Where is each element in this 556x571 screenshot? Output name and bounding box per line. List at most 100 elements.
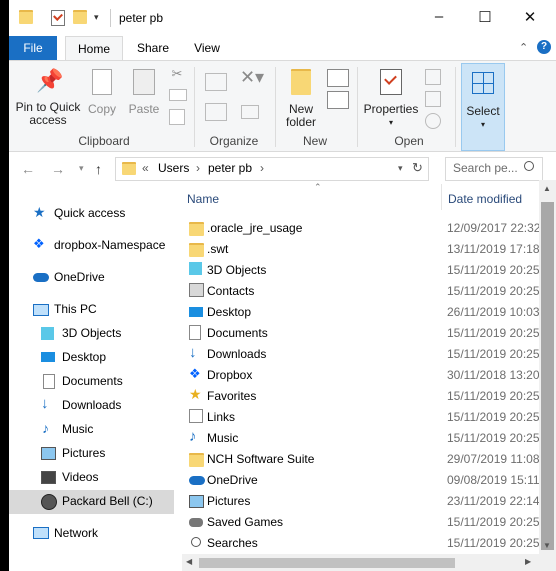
group-open-label: Open [394, 134, 424, 148]
back-icon[interactable]: ← [21, 161, 35, 177]
new-item-icon[interactable] [327, 69, 349, 87]
nav-drive-c[interactable]: Packard Bell (C:) [9, 490, 174, 514]
breadcrumb-chevron-icon[interactable]: › [196, 161, 200, 175]
breadcrumb-peter-pb[interactable]: peter pb [208, 161, 252, 175]
tab-view[interactable]: View [187, 36, 227, 60]
tab-share[interactable]: Share [131, 36, 175, 60]
copy-path-icon[interactable] [169, 89, 187, 101]
file-row[interactable]: ★ Favorites 15/11/2019 20:25 [182, 386, 540, 407]
column-header-date[interactable]: Date modified [448, 192, 522, 206]
file-name: Contacts [207, 284, 255, 298]
vertical-scroll-thumb[interactable] [541, 202, 554, 550]
dropdown-arrow-icon[interactable]: ▾ [94, 12, 99, 23]
select-button[interactable]: Select ▾ [461, 63, 505, 151]
pin-to-quick-access-button[interactable]: 📌 Pin to Quick access [13, 69, 83, 127]
file-row[interactable]: Pictures 23/11/2019 22:14 [182, 491, 540, 512]
breadcrumb-overflow[interactable]: « [142, 161, 149, 175]
rename-icon[interactable] [241, 105, 259, 119]
open-icon[interactable] [425, 69, 441, 85]
properties-button[interactable]: Properties ▾ [363, 69, 419, 129]
recent-dropdown-icon[interactable]: ▾ [79, 163, 84, 174]
column-divider[interactable] [441, 184, 442, 210]
nav-3d-objects[interactable]: 3D Objects [9, 322, 174, 346]
file-row[interactable]: Desktop 26/11/2019 10:03 [182, 302, 540, 323]
file-row[interactable]: ♪ Music 15/11/2019 20:25 [182, 428, 540, 449]
file-row[interactable]: .oracle_jre_usage 12/09/2017 22:32 [182, 218, 540, 239]
new-folder-icon[interactable] [73, 10, 87, 24]
scroll-up-icon[interactable]: ▲ [543, 184, 551, 193]
nav-documents[interactable]: Documents [9, 370, 174, 394]
title-bar: ▾ peter pb – ☐ ✕ [9, 0, 556, 36]
cut-icon[interactable]: ✂ [169, 67, 185, 80]
forward-icon[interactable]: → [51, 161, 65, 177]
file-date-modified: 15/11/2019 20:25 [447, 431, 540, 445]
file-explorer-window: ▾ peter pb – ☐ ✕ File Home Share View ⌃ … [9, 0, 556, 571]
paste-shortcut-icon[interactable] [169, 109, 185, 125]
nav-videos[interactable]: Videos [9, 466, 174, 490]
nav-music[interactable]: ♪ Music [9, 418, 174, 442]
scroll-left-icon[interactable]: ◀ [186, 557, 192, 566]
search-input[interactable]: Search pe... [445, 157, 543, 181]
nav-label: Packard Bell (C:) [62, 494, 153, 508]
file-name: NCH Software Suite [207, 452, 315, 466]
nav-network[interactable]: Network [9, 522, 174, 546]
file-row[interactable]: Searches 15/11/2019 20:25 [182, 533, 540, 554]
file-row[interactable]: Contacts 15/11/2019 20:25 [182, 281, 540, 302]
file-row[interactable]: ↓ Downloads 15/11/2019 20:25 [182, 344, 540, 365]
file-date-modified: 12/09/2017 22:32 [447, 221, 541, 235]
close-button[interactable]: ✕ [518, 8, 542, 28]
file-name: Music [207, 431, 239, 445]
minimize-button[interactable]: – [427, 8, 451, 28]
nav-downloads[interactable]: ↓ Downloads [9, 394, 174, 418]
search-placeholder: Search pe... [453, 161, 518, 175]
pin-label-line2: access [29, 113, 67, 127]
file-row[interactable]: Links 15/11/2019 20:25 [182, 407, 540, 428]
easy-access-icon[interactable] [327, 91, 349, 109]
scroll-right-icon[interactable]: ▶ [525, 557, 531, 566]
help-icon[interactable]: ? [537, 40, 551, 54]
nav-dropbox[interactable]: ❖ dropbox-Namespace [9, 234, 174, 258]
nav-pictures[interactable]: Pictures [9, 442, 174, 466]
maximize-button[interactable]: ☐ [473, 8, 497, 28]
file-row[interactable]: .swt 13/11/2019 17:18 [182, 239, 540, 260]
nav-quick-access[interactable]: ★ Quick access [9, 202, 174, 226]
nav-label: Videos [62, 470, 99, 484]
file-row[interactable]: OneDrive 09/08/2019 15:11 [182, 470, 540, 491]
file-row[interactable]: 3D Objects 15/11/2019 20:25 [182, 260, 540, 281]
edit-icon[interactable] [425, 91, 441, 107]
address-bar[interactable]: « Users › peter pb › ▾ ↻ [115, 157, 429, 181]
file-date-modified: 26/11/2019 10:03 [447, 305, 540, 319]
copy-to-icon[interactable] [205, 103, 227, 121]
cloud-icon [189, 476, 205, 485]
scroll-down-icon[interactable]: ▼ [543, 541, 551, 550]
copy-button[interactable]: Copy [85, 69, 119, 116]
file-row[interactable]: ❖ Dropbox 30/11/2018 13:20 [182, 365, 540, 386]
up-icon[interactable]: ↑ [95, 161, 102, 177]
tab-home[interactable]: Home [65, 36, 123, 61]
column-header-name[interactable]: Name [187, 192, 219, 206]
tab-file[interactable]: File [9, 36, 57, 60]
properties-check-icon[interactable] [51, 10, 65, 26]
properties-dropdown-icon: ▾ [388, 118, 393, 127]
ribbon-tabs: File Home Share View ⌃ ? [9, 36, 556, 61]
breadcrumb-users[interactable]: Users [158, 161, 189, 175]
breadcrumb-chevron-icon[interactable]: › [260, 161, 264, 175]
nav-this-pc[interactable]: This PC [9, 298, 174, 322]
nav-desktop[interactable]: Desktop [9, 346, 174, 370]
file-row[interactable]: Documents 15/11/2019 20:25 [182, 323, 540, 344]
horizontal-scroll-thumb[interactable] [199, 558, 455, 568]
paste-button[interactable]: Paste [125, 69, 163, 116]
file-name: Downloads [207, 347, 267, 361]
file-date-modified: 15/11/2019 20:25 [447, 347, 540, 361]
nav-onedrive[interactable]: OneDrive [9, 266, 174, 290]
nav-label: Music [62, 422, 94, 436]
history-icon[interactable] [425, 113, 441, 129]
delete-icon[interactable]: ✕▾ [239, 68, 265, 86]
collapse-ribbon-icon[interactable]: ⌃ [519, 41, 528, 54]
address-dropdown-icon[interactable]: ▾ [398, 163, 403, 174]
file-row[interactable]: NCH Software Suite 29/07/2019 11:08 [182, 449, 540, 470]
file-row[interactable]: Saved Games 15/11/2019 20:25 [182, 512, 540, 533]
new-folder-button[interactable]: New folder [281, 69, 321, 129]
move-to-icon[interactable] [205, 73, 227, 91]
refresh-icon[interactable]: ↻ [412, 160, 423, 176]
